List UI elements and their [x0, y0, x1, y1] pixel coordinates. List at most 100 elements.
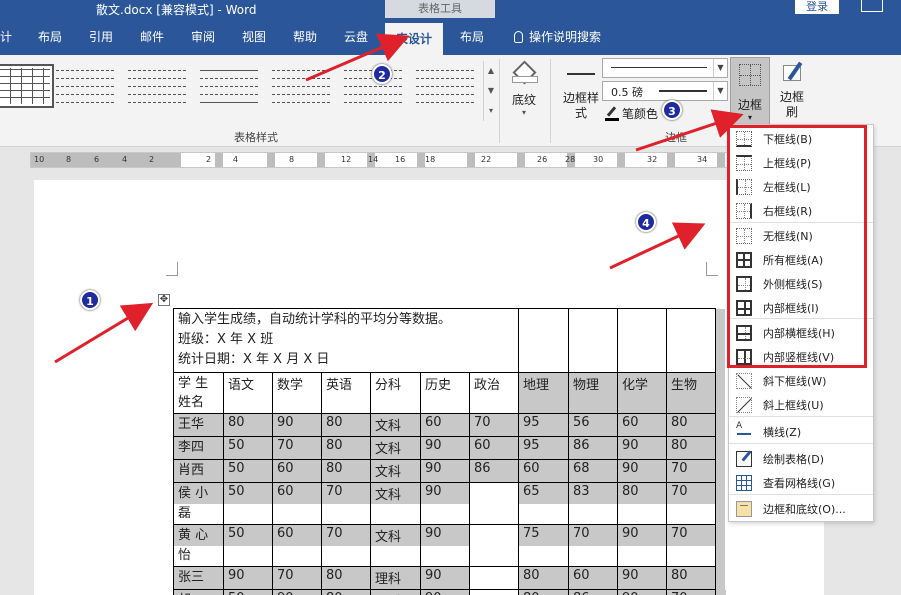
menu-item[interactable]: 斜上框线(U) — [729, 393, 873, 416]
table-style-option[interactable] — [272, 64, 330, 108]
score-cell[interactable]: 60 — [272, 482, 322, 525]
score-cell[interactable]: 68 — [568, 459, 618, 483]
line-weight-combo[interactable]: 0.5 磅 ▼ — [602, 81, 728, 101]
score-cell[interactable]: 理科 — [370, 566, 421, 590]
score-cell[interactable]: 90 — [272, 589, 322, 595]
score-cell[interactable]: 70 — [272, 436, 322, 460]
line-style-combo[interactable]: ▼ — [602, 58, 728, 78]
score-cell[interactable]: 文科 — [370, 482, 421, 525]
score-cell[interactable]: 80 — [321, 413, 371, 437]
score-cell[interactable]: 90 — [420, 566, 470, 590]
header-cell-name[interactable]: 学 生 姓名 — [173, 372, 224, 414]
score-cell[interactable]: 83 — [568, 482, 618, 525]
score-cell[interactable]: 80 — [666, 413, 716, 437]
chevron-down-icon[interactable]: ▼ — [484, 81, 498, 101]
score-cell[interactable]: 60 — [617, 413, 667, 437]
score-cell[interactable]: 75 — [518, 524, 569, 567]
border-styles-button[interactable]: 边框样式 — [560, 59, 602, 123]
ruler-marker[interactable] — [417, 153, 425, 167]
table-cell[interactable] — [518, 308, 569, 373]
score-cell[interactable]: 60 — [420, 413, 470, 437]
gallery-more-icon[interactable]: ▾ — [484, 101, 498, 121]
student-name-cell[interactable]: 侯 小磊 — [173, 482, 224, 525]
score-cell[interactable]: 80 — [666, 566, 716, 590]
score-cell[interactable]: 70 — [321, 482, 371, 525]
tab-help[interactable]: 帮助 — [293, 28, 317, 45]
chevron-down-icon[interactable]: ▼ — [713, 82, 727, 100]
score-cell[interactable]: 90 — [420, 482, 470, 525]
header-cell[interactable]: 语文 — [223, 372, 273, 414]
score-cell[interactable]: 文科 — [370, 413, 421, 437]
gallery-scrollbar[interactable]: ▲ ▼ ▾ — [483, 61, 498, 121]
ruler-marker[interactable] — [317, 153, 325, 167]
score-cell[interactable]: 70 — [666, 482, 716, 525]
score-cell[interactable]: 80 — [518, 589, 569, 595]
tab-review[interactable]: 审阅 — [191, 28, 215, 45]
table-style-option[interactable] — [416, 64, 474, 108]
score-cell[interactable]: 60 — [518, 459, 569, 483]
score-cell[interactable]: 60 — [469, 436, 519, 460]
header-cell[interactable]: 化学 — [617, 372, 667, 414]
score-cell[interactable]: 90 — [617, 566, 667, 590]
score-cell[interactable]: 95 — [518, 413, 569, 437]
table-style-option[interactable] — [128, 64, 186, 108]
score-cell[interactable] — [469, 482, 519, 525]
score-cell[interactable]: 90 — [420, 436, 470, 460]
shading-button[interactable]: 底纹 ▾ — [503, 59, 545, 123]
score-cell[interactable]: 90 — [617, 524, 667, 567]
score-cell[interactable]: 90 — [223, 566, 273, 590]
score-cell[interactable]: 50 — [223, 589, 273, 595]
tab-table-layout[interactable]: 布局 — [460, 28, 484, 45]
table-intro-cell[interactable]: 输入学生成绩，自动统计学科的平均分等数据。 班级：X 年 X 班 统计日期：X … — [173, 308, 519, 373]
score-cell[interactable] — [469, 589, 519, 595]
score-cell[interactable]: 90 — [272, 413, 322, 437]
score-cell[interactable]: 65 — [518, 482, 569, 525]
score-cell[interactable]: 60 — [272, 524, 322, 567]
table-cell[interactable] — [568, 308, 618, 373]
chevron-down-icon[interactable]: ▼ — [713, 59, 727, 77]
tab-mailings[interactable]: 邮件 — [140, 28, 164, 45]
table-style-option[interactable] — [56, 64, 114, 108]
table-move-handle-icon[interactable]: ✥ — [158, 294, 170, 306]
score-cell[interactable]: 50 — [223, 482, 273, 525]
restore-window-icon[interactable] — [861, 0, 883, 12]
menu-item[interactable]: 斜下框线(W) — [729, 369, 873, 392]
header-cell[interactable]: 生物 — [666, 372, 716, 414]
score-cell[interactable]: 文科 — [370, 524, 421, 567]
border-painter-button[interactable]: 边框刷 — [775, 59, 809, 125]
score-cell[interactable]: 70 — [666, 589, 716, 595]
header-cell[interactable]: 数学 — [272, 372, 322, 414]
score-cell[interactable]: 50 — [223, 436, 273, 460]
score-cell[interactable]: 56 — [568, 413, 618, 437]
score-cell[interactable]: 80 — [321, 459, 371, 483]
ruler-marker[interactable] — [517, 153, 525, 167]
chevron-up-icon[interactable]: ▲ — [484, 61, 498, 81]
score-cell[interactable]: 50 — [223, 459, 273, 483]
header-cell[interactable]: 分科 — [370, 372, 421, 414]
ruler-marker[interactable] — [667, 153, 675, 167]
score-cell[interactable]: 50 — [223, 524, 273, 567]
menu-item[interactable]: 边框和底纹(O)... — [729, 497, 873, 520]
header-cell[interactable]: 地理 — [518, 372, 569, 414]
header-cell[interactable]: 物理 — [568, 372, 618, 414]
score-cell[interactable]: 70 — [469, 413, 519, 437]
menu-item[interactable]: 横线(Z) — [729, 420, 873, 443]
header-cell[interactable]: 英语 — [321, 372, 371, 414]
tab-cloud[interactable]: 云盘 — [344, 28, 368, 45]
score-cell[interactable]: 70 — [666, 459, 716, 483]
ruler-marker[interactable] — [717, 153, 725, 167]
table-style-grid[interactable] — [0, 64, 54, 108]
borders-button[interactable]: 边框 ▾ — [730, 57, 770, 127]
score-cell[interactable]: 80 — [518, 566, 569, 590]
menu-item[interactable]: 绘制表格(D) — [729, 447, 873, 470]
score-cell[interactable]: 86 — [568, 589, 618, 595]
student-name-cell[interactable]: 李四 — [173, 436, 224, 460]
ruler-marker[interactable] — [215, 153, 223, 167]
score-cell[interactable] — [469, 566, 519, 590]
score-cell[interactable]: 80 — [666, 436, 716, 460]
pen-color-button[interactable]: 笔颜色 — [605, 105, 658, 122]
score-cell[interactable]: 90 — [420, 589, 470, 595]
score-cell[interactable]: 90 — [420, 524, 470, 567]
tab-layout[interactable]: 布局 — [38, 28, 62, 45]
header-cell[interactable]: 历史 — [420, 372, 470, 414]
